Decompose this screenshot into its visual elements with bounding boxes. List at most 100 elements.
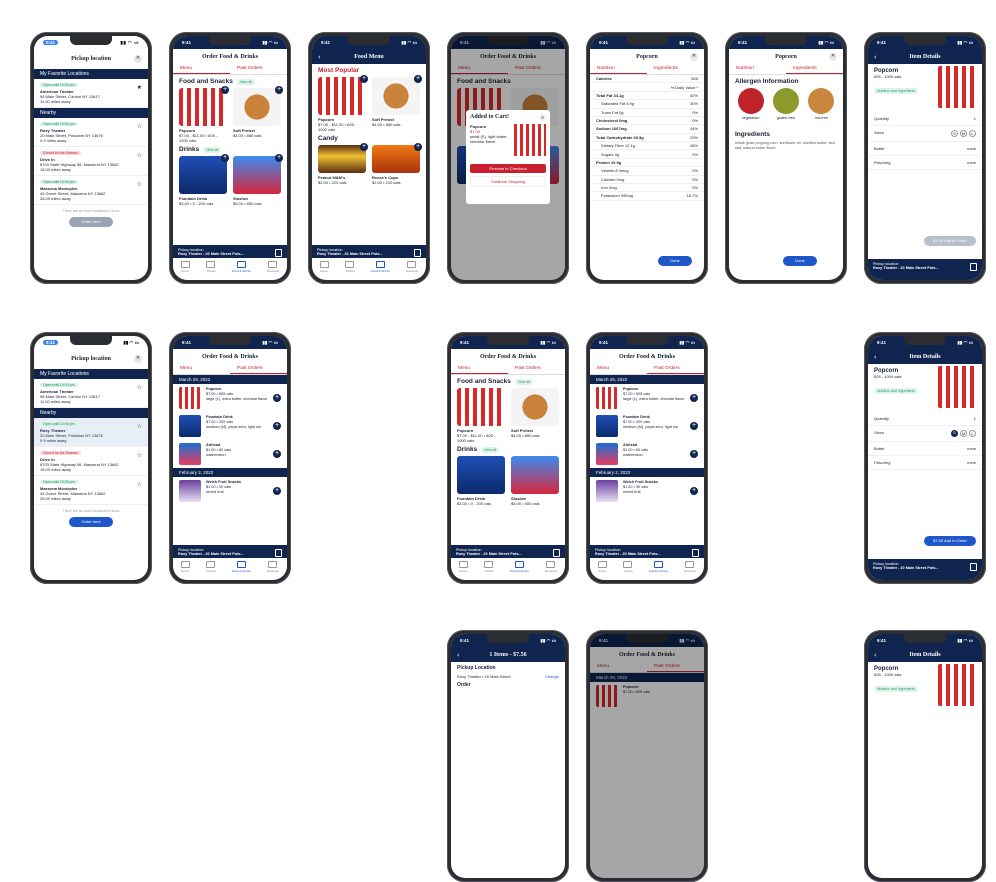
star-outline-icon[interactable]: ☆ [137, 152, 142, 159]
pickup-footer[interactable]: Pickup location Roxy Theater - 20 Main St… [173, 245, 287, 280]
quantity-stepper[interactable]: Quantity 1 [868, 412, 982, 426]
location-item[interactable]: Open until 10:00 pm Massena Movieplex 49 G… [34, 176, 148, 205]
close-icon[interactable]: ✕ [134, 355, 142, 363]
bag-icon[interactable] [414, 249, 421, 257]
pickup-footer[interactable]: Pickup location Roxy Theater - 20 Main St… [173, 545, 287, 580]
past-order-item[interactable]: Fountain Drink $7.00 • 200 cals medium (M)… [173, 412, 287, 440]
flavoring-select[interactable]: Flavoring none [868, 456, 982, 470]
nutrition-link[interactable]: Nutrition and Ingredients [874, 388, 919, 394]
add-icon[interactable]: + [690, 450, 698, 458]
nav-tickets[interactable]: Tickets [206, 561, 216, 573]
back-icon[interactable]: ‹ [874, 353, 876, 361]
bag-icon[interactable] [275, 549, 282, 557]
nav-home[interactable]: Home [598, 561, 608, 573]
nav-food[interactable]: Food & Drinks [371, 261, 390, 273]
location-item[interactable]: Closed for the Season Drive In 8703 State … [34, 147, 148, 176]
nav-food[interactable]: Food & Drinks [232, 261, 251, 273]
add-icon[interactable]: + [690, 487, 698, 495]
size-l[interactable]: L [969, 130, 976, 137]
location-item-selected[interactable]: Open until 10:00 pm Roxy Theater 20 Main S… [34, 418, 148, 447]
bag-icon[interactable] [275, 249, 282, 257]
tab-past-orders[interactable]: Past Orders [230, 64, 287, 74]
bag-icon[interactable] [692, 549, 699, 557]
add-icon[interactable]: + [690, 394, 698, 402]
past-order-item[interactable]: Welch Fruit Snacks $1.00 • 90 cals mixed f… [590, 477, 704, 505]
star-filled-icon[interactable]: ★ [137, 84, 142, 91]
nav-home[interactable]: Home [320, 261, 330, 273]
tab-past-orders[interactable]: Past Orders [230, 364, 287, 374]
tab-past-orders[interactable]: Past Orders [647, 364, 704, 374]
view-all-link[interactable]: View all [203, 146, 222, 153]
nav-food[interactable]: Food & Drinks [510, 561, 529, 573]
tab-past-orders[interactable]: Past Orders [508, 364, 565, 374]
add-icon[interactable]: + [221, 154, 229, 162]
done-button[interactable]: Done [783, 256, 817, 266]
past-order-item[interactable]: Welch Fruit Snacks $1.00 • 90 cals mixed f… [173, 477, 287, 505]
tab-menu[interactable]: Menu [451, 364, 508, 374]
nav-tickets[interactable]: Tickets [206, 261, 216, 273]
add-icon[interactable]: + [360, 143, 368, 151]
add-icon[interactable]: + [221, 86, 229, 94]
nav-food[interactable]: Food & Drinks [649, 561, 668, 573]
star-outline-icon[interactable]: ☆ [137, 181, 142, 188]
location-item[interactable]: Open until 10:00 pm American Theater 98 Ma… [34, 79, 148, 108]
menu-card[interactable]: + Peanut M&M's $2.00 • 220 cals [318, 143, 368, 185]
location-item[interactable]: Open until 10:00 pm Roxy Theater 20 Main S… [34, 118, 148, 147]
bag-icon[interactable] [553, 549, 560, 557]
tab-ingredients[interactable]: Ingredients [647, 64, 704, 74]
close-icon[interactable]: ✕ [134, 55, 142, 63]
add-to-order-button[interactable]: $7.00 Add to Order [924, 236, 976, 246]
butter-select[interactable]: Butter none [868, 442, 982, 456]
menu-card[interactable]: + Soft Pretzel $4.00 • 880 cals [372, 75, 422, 132]
flavoring-select[interactable]: Flavoring none [868, 156, 982, 170]
star-outline-icon[interactable]: ☆ [137, 384, 142, 391]
size-m[interactable]: M [960, 430, 967, 437]
size-selector[interactable]: Sizes S M L [868, 126, 982, 142]
menu-card[interactable]: + Fountain Drink $3.00 • 0 - 200 cals [179, 154, 229, 206]
continue-shopping-button[interactable]: Continue Shopping [470, 176, 546, 187]
nav-rewards[interactable]: Rewards [684, 561, 696, 573]
add-icon[interactable]: + [275, 154, 283, 162]
add-to-order-button[interactable]: $7.00 Add to Order [924, 536, 976, 546]
close-icon[interactable]: ✕ [539, 114, 546, 121]
star-outline-icon[interactable]: ☆ [137, 423, 142, 430]
past-order-item[interactable]: Airhead $1.00 • 60 cals watermelon + [173, 440, 287, 468]
checkout-button[interactable]: Proceed to Checkout [470, 164, 546, 173]
butter-select[interactable]: Butter none [868, 142, 982, 156]
menu-card[interactable]: Fountain Drink $3.00 • 0 - 200 cals [457, 456, 505, 506]
nav-tickets[interactable]: Tickets [623, 561, 633, 573]
back-icon[interactable]: ‹ [874, 53, 876, 61]
back-icon[interactable]: ‹ [874, 651, 876, 659]
star-outline-icon[interactable]: ☆ [137, 452, 142, 459]
pickup-footer[interactable]: Pickup location Roxy Theater - 20 Main St… [868, 559, 982, 580]
past-order-item[interactable]: Popcorn $7.00 • 605 cals large (L), extra … [173, 384, 287, 412]
add-icon[interactable]: + [690, 422, 698, 430]
nav-rewards[interactable]: Rewards [406, 261, 418, 273]
quantity-stepper[interactable]: Quantity 1 [868, 112, 982, 126]
tab-ingredients[interactable]: Ingredients [786, 64, 843, 74]
menu-card[interactable]: + Reese's Cups $2.00 • 210 cals [372, 143, 422, 185]
add-icon[interactable]: + [273, 487, 281, 495]
done-button[interactable]: Done [658, 256, 692, 266]
add-icon[interactable]: + [414, 75, 422, 83]
menu-card[interactable]: + Popcorn $7.00 - $11.00 • 605 - 1000 cals [179, 86, 229, 143]
nutrition-link[interactable]: Nutrition and Ingredients [874, 88, 919, 94]
menu-card[interactable]: + Slushee $5.00 • 650 cals [233, 154, 283, 206]
back-icon[interactable]: ‹ [457, 651, 459, 659]
menu-card[interactable]: + Soft Pretzel $4.00 • 880 cals [233, 86, 283, 143]
add-icon[interactable]: + [273, 422, 281, 430]
back-icon[interactable]: ‹ [318, 53, 320, 61]
close-icon[interactable]: ✕ [829, 53, 837, 61]
star-outline-icon[interactable]: ☆ [137, 123, 142, 130]
location-item[interactable]: Open until 10:00 pm Massena Movieplex 49 G… [34, 476, 148, 505]
add-icon[interactable]: + [273, 450, 281, 458]
pickup-footer[interactable]: Pickup location Roxy Theater - 20 Main St… [590, 545, 704, 580]
add-icon[interactable]: + [360, 75, 368, 83]
nav-home[interactable]: Home [181, 261, 191, 273]
add-icon[interactable]: + [414, 143, 422, 151]
menu-card[interactable]: Popcorn $7.00 - $11.00 • 605 - 1000 cals [457, 388, 505, 443]
nav-rewards[interactable]: Rewards [267, 561, 279, 573]
bag-icon[interactable] [970, 563, 977, 571]
tab-menu[interactable]: Menu [173, 64, 230, 74]
tab-menu[interactable]: Menu [173, 364, 230, 374]
